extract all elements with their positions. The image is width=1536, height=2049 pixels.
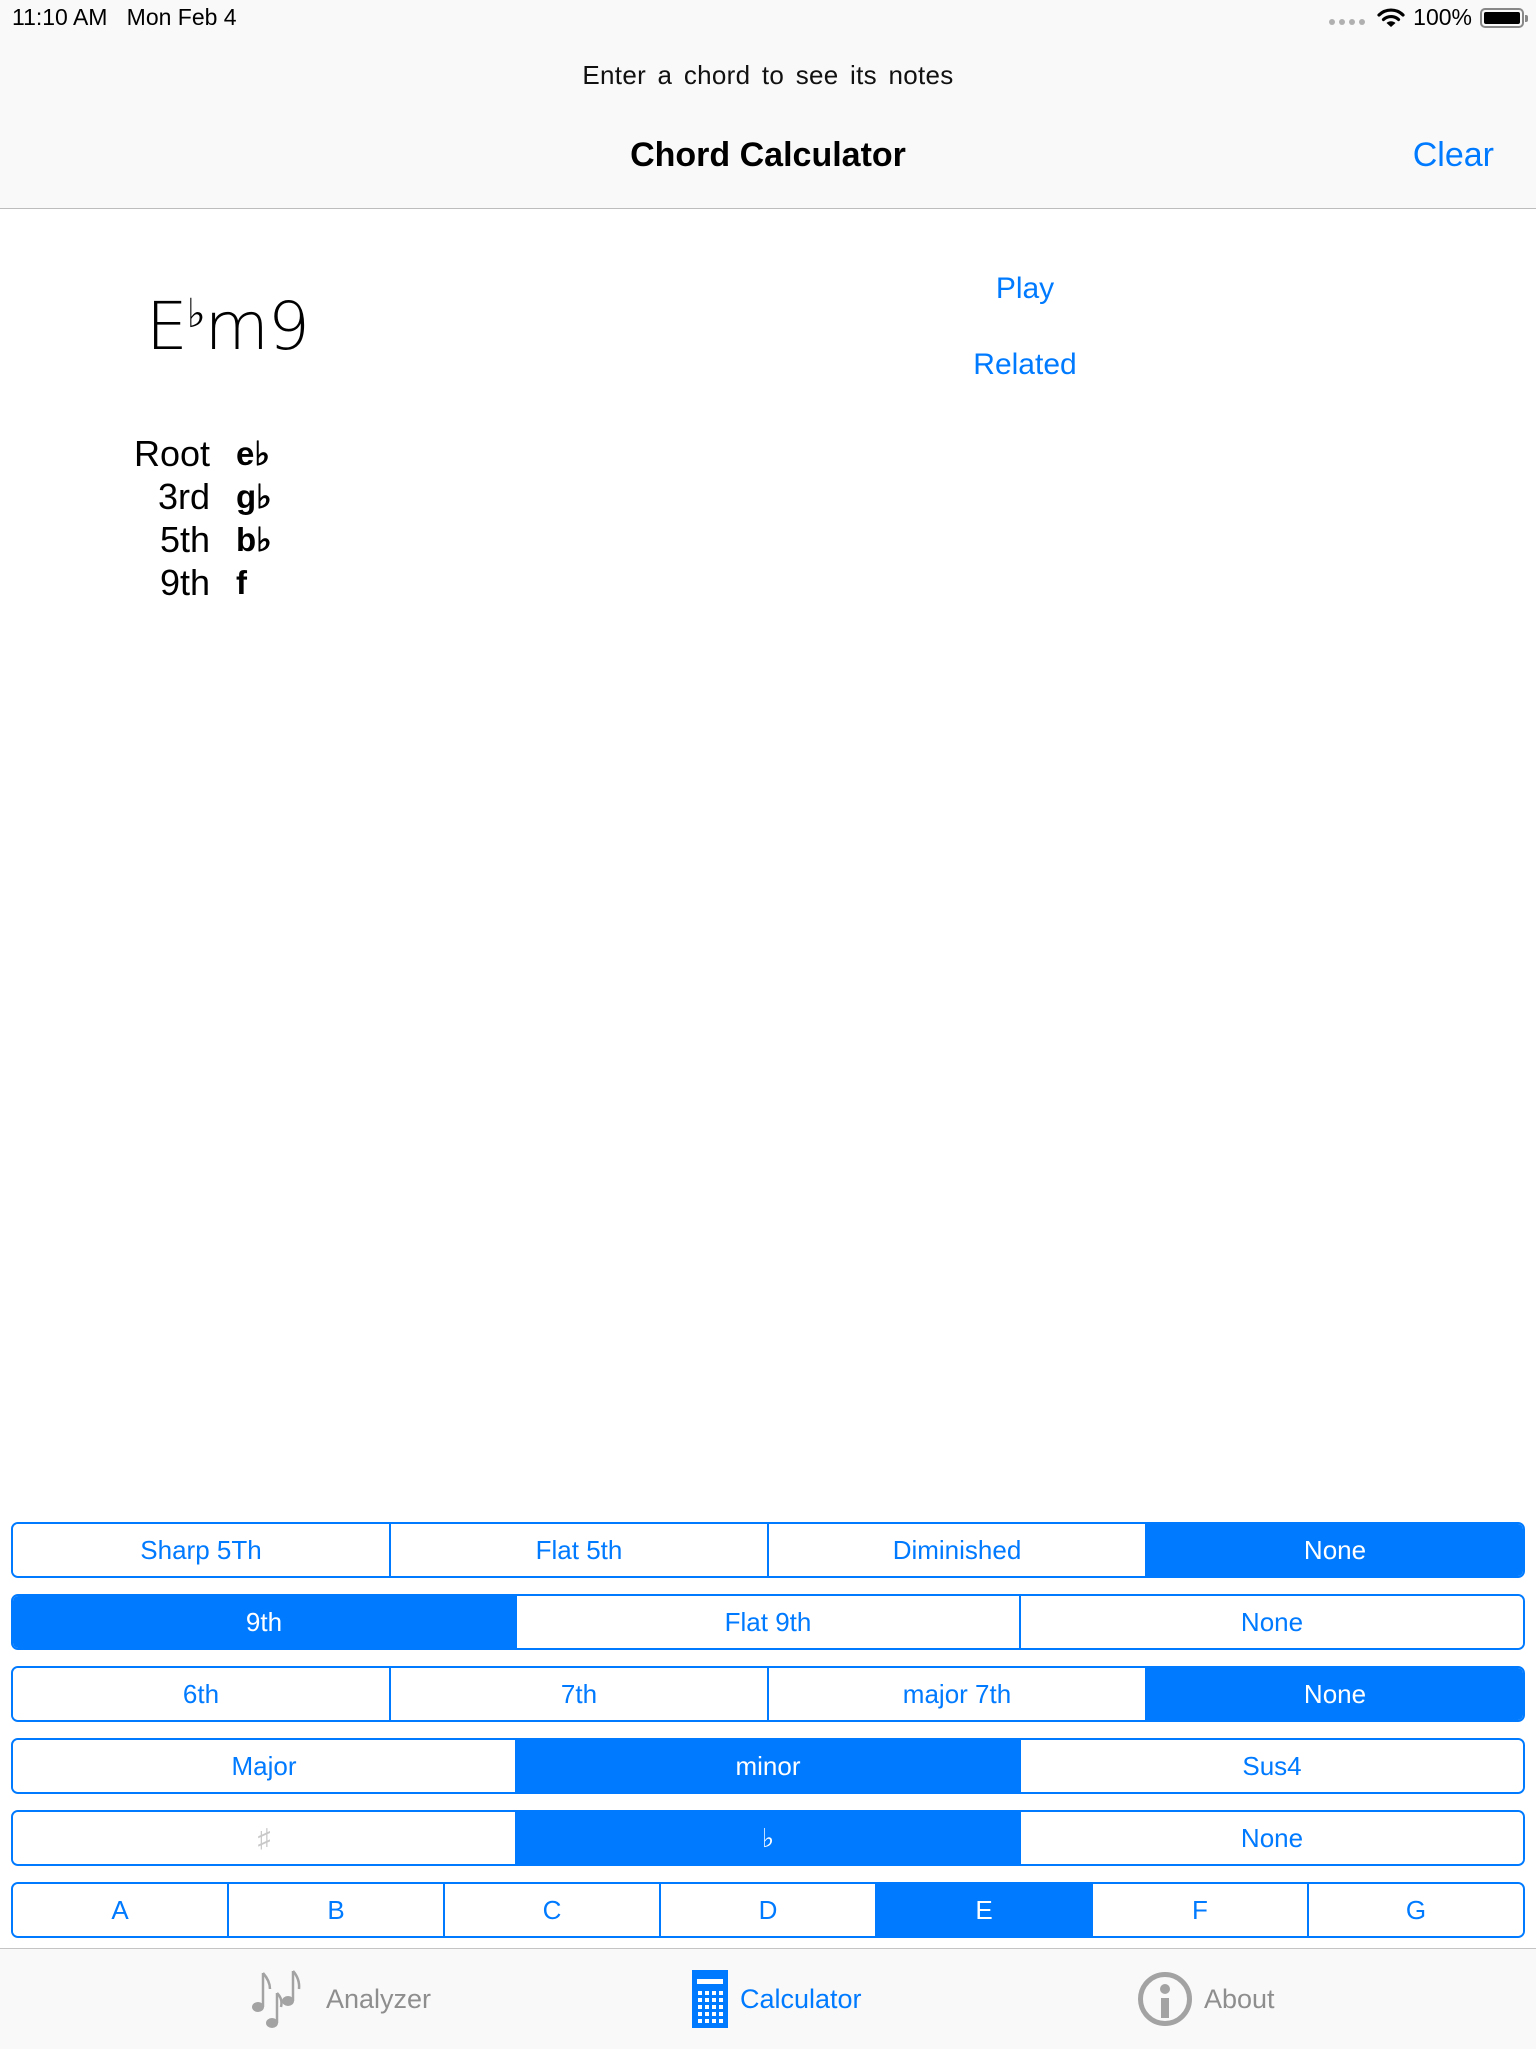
note-label: Root (133, 432, 210, 474)
segment-root-option[interactable]: C (443, 1884, 659, 1936)
quality-segmented-control: Major minor Sus4 (11, 1738, 1525, 1794)
note-label: 3rd (157, 475, 210, 517)
chord-notes-list: Root e♭ 3rd g♭ 5th b♭ 9th f (120, 432, 272, 604)
nav-prompt: Enter a chord to see its notes (582, 60, 954, 90)
seventh-segmented-control: 6th 7th major 7th None (11, 1666, 1525, 1722)
tab-calculator[interactable]: Calculator (692, 1949, 862, 2049)
segment-quality-option[interactable]: Major (13, 1740, 515, 1792)
segment-root-option[interactable]: G (1307, 1884, 1523, 1936)
segment-ninth-option[interactable]: None (1019, 1596, 1523, 1648)
wifi-icon (1377, 7, 1405, 27)
segment-fifth-option[interactable]: Sharp 5Th (13, 1524, 389, 1576)
segment-accidental-option[interactable]: None (1019, 1812, 1523, 1864)
clear-button[interactable]: Clear (1413, 136, 1494, 175)
note-row-fifth: 5th b♭ (120, 518, 272, 561)
tab-about[interactable]: About (1138, 1949, 1275, 2049)
segment-accidental-option[interactable]: ♭ (515, 1812, 1019, 1864)
chord-quality: m9 (204, 288, 310, 365)
info-icon (1138, 1972, 1192, 2026)
note-label: 9th (159, 561, 210, 603)
tab-label: Analyzer (326, 1983, 432, 2014)
note-row-third: 3rd g♭ (120, 475, 272, 518)
note-value: g♭ (236, 478, 272, 515)
segment-quality-option[interactable]: Sus4 (1019, 1740, 1523, 1792)
note-value: b♭ (236, 521, 272, 558)
segment-seventh-option[interactable]: 6th (13, 1668, 389, 1720)
chord-name: E♭m9 (146, 288, 310, 365)
segment-quality-option[interactable]: minor (515, 1740, 1019, 1792)
segment-root-option[interactable]: D (659, 1884, 875, 1936)
segment-fifth-option[interactable]: None (1145, 1524, 1523, 1576)
fifth-segmented-control: Sharp 5Th Flat 5th Diminished None (11, 1522, 1525, 1578)
chord-accidental: ♭ (186, 291, 206, 337)
status-time: 11:10 AM (12, 4, 108, 30)
music-notes-icon (252, 1970, 301, 2028)
status-indicators: 100% (1329, 4, 1528, 31)
status-bar: 11:10 AM Mon Feb 4 100% (0, 0, 1536, 40)
status-time-date: 11:10 AM Mon Feb 4 (12, 4, 237, 31)
segment-ninth-option[interactable]: Flat 9th (515, 1596, 1019, 1648)
note-row-ninth: 9th f (120, 561, 272, 604)
battery-icon (1480, 7, 1528, 28)
segment-root-option[interactable]: F (1091, 1884, 1307, 1936)
segment-seventh-option[interactable]: major 7th (767, 1668, 1145, 1720)
note-label: 5th (159, 518, 210, 560)
segment-fifth-option[interactable]: Diminished (767, 1524, 1145, 1576)
calculator-icon (692, 1970, 728, 2028)
tab-analyzer[interactable]: Analyzer (250, 1949, 431, 2049)
chord-root: E (146, 288, 188, 365)
note-value: f (236, 563, 247, 601)
play-button[interactable]: Play (925, 272, 1125, 306)
segment-root-option[interactable]: B (227, 1884, 443, 1936)
segment-ninth-option[interactable]: 9th (13, 1596, 515, 1648)
note-value: e♭ (236, 435, 270, 472)
root-note-segmented-control: ABCDEFG (11, 1882, 1525, 1938)
segment-accidental-option[interactable]: ♯ (13, 1812, 515, 1864)
accidental-segmented-control: ♯ ♭ None (11, 1810, 1525, 1866)
tab-label: About (1204, 1983, 1275, 2014)
segment-seventh-option[interactable]: None (1145, 1668, 1523, 1720)
related-button[interactable]: Related (925, 348, 1125, 382)
note-row-root: Root e♭ (120, 432, 272, 475)
cellular-signal-icon (1329, 11, 1366, 25)
page-title: Chord Calculator (630, 136, 906, 174)
tab-bar: Analyzer Calculator About (0, 1948, 1536, 2049)
battery-percent: 100% (1413, 4, 1472, 30)
navigation-bar: Enter a chord to see its notes Chord Cal… (0, 40, 1536, 209)
ninth-segmented-control: 9th Flat 9th None (11, 1594, 1525, 1650)
tab-label: Calculator (740, 1983, 862, 2014)
segment-seventh-option[interactable]: 7th (389, 1668, 767, 1720)
segment-root-option[interactable]: A (13, 1884, 227, 1936)
segment-root-option[interactable]: E (875, 1884, 1091, 1936)
status-date: Mon Feb 4 (126, 4, 237, 30)
segment-fifth-option[interactable]: Flat 5th (389, 1524, 767, 1576)
